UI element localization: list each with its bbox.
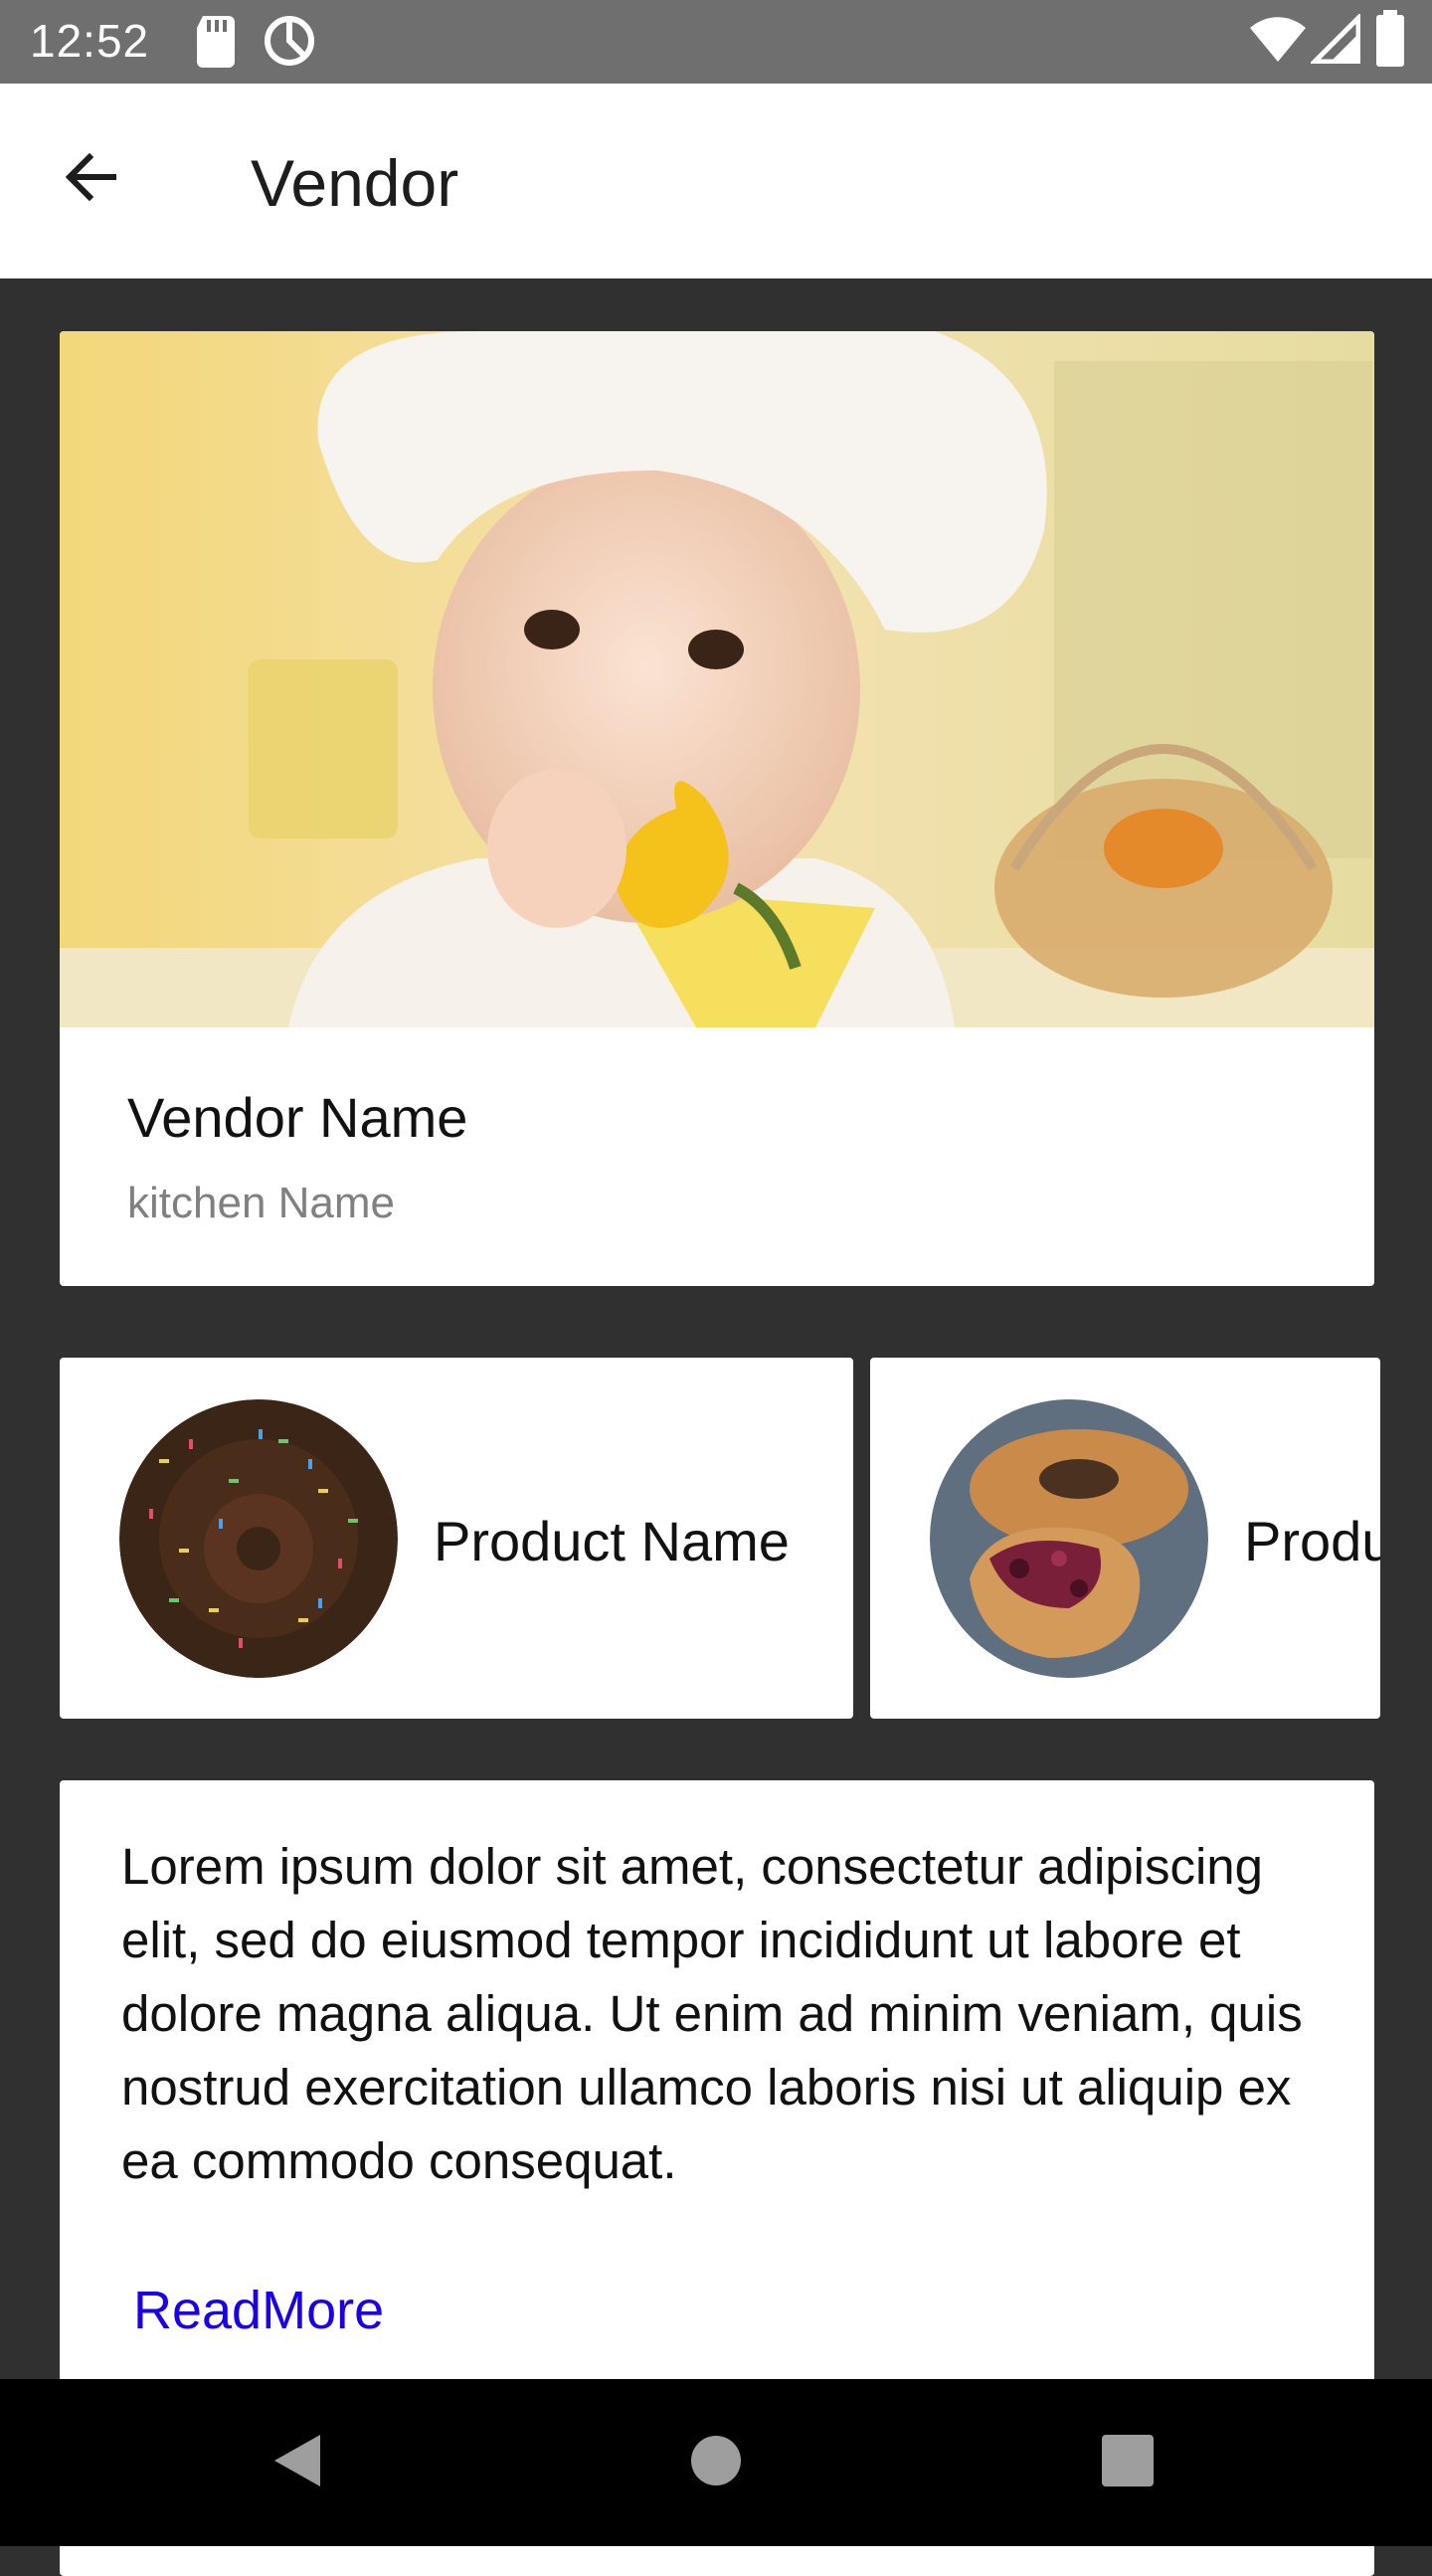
product-card[interactable]: Product Name — [60, 1358, 853, 1719]
product-image — [930, 1399, 1208, 1678]
read-more-link[interactable]: ReadMore — [133, 2280, 384, 2341]
arrow-left-icon — [60, 145, 123, 214]
back-triangle-icon — [268, 2431, 328, 2495]
status-time: 12:52 — [30, 15, 150, 67]
vendor-card[interactable]: Vendor Name kitchen Name — [60, 331, 1374, 1286]
nav-recents-button[interactable] — [1088, 2423, 1167, 2502]
battery-icon — [1374, 10, 1406, 73]
product-image — [119, 1399, 398, 1678]
nav-home-button[interactable] — [676, 2423, 756, 2502]
recents-square-icon — [1100, 2433, 1156, 2493]
back-button[interactable] — [44, 131, 139, 227]
kitchen-name: kitchen Name — [127, 1179, 396, 1227]
vendor-name: Vendor Name — [127, 1086, 468, 1149]
cell-signal-icon — [1308, 11, 1361, 69]
page-title: Vendor — [251, 146, 459, 220]
home-circle-icon — [688, 2433, 744, 2493]
product-name: Product Name — [434, 1510, 790, 1572]
navigation-bar — [0, 2379, 1432, 2546]
sd-card-icon — [193, 12, 239, 75]
wifi-icon — [1248, 14, 1308, 69]
status-bar: 12:52 — [0, 0, 1432, 84]
product-name: Produ — [1244, 1510, 1380, 1572]
description-text: Lorem ipsum dolor sit amet, consectetur … — [121, 1838, 1303, 2189]
nav-back-button[interactable] — [259, 2423, 338, 2502]
app-bar: Vendor — [0, 84, 1432, 278]
vendor-image — [60, 331, 1374, 1027]
product-card[interactable]: Produ — [870, 1358, 1380, 1719]
data-saver-icon — [261, 12, 318, 75]
